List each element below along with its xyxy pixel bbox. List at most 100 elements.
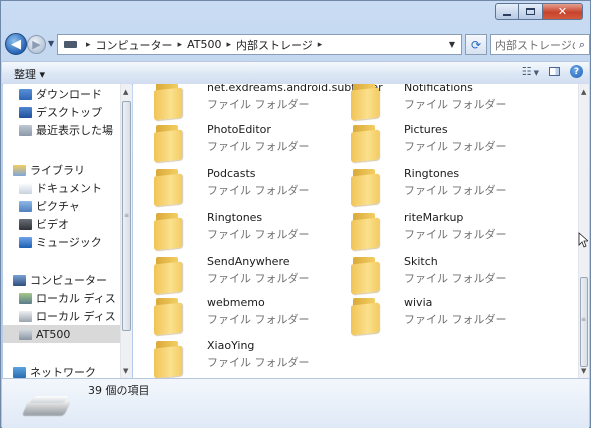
drive-top	[29, 396, 69, 403]
refresh-icon: ⟳	[470, 37, 482, 52]
nav-item-label: AT500	[36, 327, 71, 341]
folder-front	[154, 345, 182, 378]
breadcrumb-internal-storage[interactable]: 内部ストレージ	[236, 37, 313, 53]
maximize-icon	[526, 8, 535, 15]
scroll-down-arrow-icon[interactable]: ▼	[123, 367, 128, 375]
chevron-down-icon: ▼	[533, 69, 539, 77]
network-icon	[13, 366, 26, 378]
nav-item-label: ネットワーク	[30, 366, 96, 378]
nav-item[interactable]: ビデオ	[3, 215, 69, 233]
scroll-up-arrow-icon[interactable]: ▲	[123, 88, 128, 96]
folder-front	[351, 87, 379, 121]
folder-front	[154, 261, 182, 295]
folder-item[interactable]: Podcasts ファイル フォルダー	[152, 167, 348, 207]
navigation-bar: ◀ ▶ ▼ ▸ コンピューター ▸ AT500 ▸ 内部ストレージ ▸ ▼ ⟳ …	[1, 32, 590, 58]
search-icon[interactable]: ⌕	[575, 38, 589, 52]
nav-pane-scrollbar[interactable]: ▲ ≡ ▼	[120, 84, 132, 378]
address-history-dropdown[interactable]: ▼	[449, 40, 455, 49]
computer-icon	[13, 274, 26, 286]
nav-item[interactable]: 最近表示した場	[3, 121, 113, 139]
forward-arrow-icon: ▶	[32, 38, 41, 51]
scrollbar-grip-icon: ≡	[581, 316, 587, 323]
folder-icon	[152, 298, 182, 336]
folder-item[interactable]: Notifications ファイル フォルダー	[349, 84, 545, 121]
nav-item-label: ダウンロード	[36, 88, 102, 101]
folder-name: webmemo	[207, 296, 265, 309]
folder-name: PhotoEditor	[207, 123, 271, 136]
libraries-icon	[13, 164, 26, 176]
nav-item[interactable]: ピクチャ	[3, 197, 80, 215]
nav-item[interactable]: ローカル ディス	[3, 307, 116, 325]
nav-item[interactable]: ライブラリ	[3, 161, 85, 179]
documents-icon	[19, 182, 32, 194]
back-button[interactable]: ◀	[5, 33, 27, 55]
nav-item[interactable]: ミュージック	[3, 233, 102, 251]
folder-type: ファイル フォルダー	[404, 228, 507, 241]
refresh-button[interactable]: ⟳	[465, 34, 487, 55]
folder-item[interactable]: Ringtones ファイル フォルダー	[152, 211, 348, 251]
folder-type: ファイル フォルダー	[404, 98, 507, 111]
nav-item-label: ミュージック	[36, 236, 102, 249]
folder-type: ファイル フォルダー	[207, 356, 310, 369]
folder-front	[154, 129, 182, 163]
folder-item[interactable]: Skitch ファイル フォルダー	[349, 255, 545, 295]
folder-name: riteMarkup	[404, 211, 464, 224]
folder-item[interactable]: XiaoYing ファイル フォルダー	[152, 339, 348, 378]
folder-icon	[152, 341, 182, 378]
folder-icon	[152, 84, 182, 121]
nav-item[interactable]: ドキュメント	[3, 179, 102, 197]
nav-item[interactable]: デスクトップ	[3, 103, 102, 121]
folder-item[interactable]: net.exdreams.android.subtalker ファイル フォルダー	[152, 84, 383, 121]
folder-name: Notifications	[404, 84, 473, 94]
folder-type: ファイル フォルダー	[207, 140, 310, 153]
folder-type: ファイル フォルダー	[404, 272, 507, 285]
folder-item[interactable]: PhotoEditor ファイル フォルダー	[152, 123, 348, 163]
close-button[interactable]: ✕	[543, 3, 583, 20]
nav-item-label: ビデオ	[36, 218, 69, 231]
maximize-button[interactable]	[519, 3, 543, 20]
folder-item[interactable]: webmemo ファイル フォルダー	[152, 296, 348, 336]
forward-button[interactable]: ▶	[27, 35, 46, 54]
breadcrumb-separator[interactable]: ▸	[86, 40, 91, 50]
computer-icon	[64, 41, 77, 48]
breadcrumb-separator[interactable]: ▸	[178, 40, 183, 50]
search-input[interactable]: 内部ストレージの検索	[495, 37, 575, 53]
address-bar[interactable]: ▸ コンピューター ▸ AT500 ▸ 内部ストレージ ▸ ▼	[57, 34, 462, 55]
portable-drive-icon	[22, 394, 72, 420]
nav-item[interactable]: コンピューター	[3, 271, 107, 289]
preview-pane-icon[interactable]	[549, 67, 560, 76]
folder-item[interactable]: Ringtones ファイル フォルダー	[349, 167, 545, 207]
nav-item[interactable]: AT500	[3, 325, 132, 343]
folder-item[interactable]: riteMarkup ファイル フォルダー	[349, 211, 545, 251]
folder-item[interactable]: SendAnywhere ファイル フォルダー	[152, 255, 348, 295]
file-list-scrollbar[interactable]: ▲ ≡ ▼	[578, 84, 589, 378]
nav-item[interactable]: ダウンロード	[3, 85, 102, 103]
folder-icon	[152, 125, 182, 163]
help-icon[interactable]: ?	[570, 65, 583, 78]
folder-item[interactable]: wivia ファイル フォルダー	[349, 296, 545, 336]
command-bar-right: ☷ ▼ ?	[522, 65, 583, 78]
nav-item[interactable]: ローカル ディス	[3, 289, 116, 307]
desktop-icon	[19, 106, 32, 118]
breadcrumb-at500[interactable]: AT500	[187, 38, 221, 51]
nav-item[interactable]: ネットワーク	[3, 363, 96, 378]
breadcrumb-computer[interactable]: コンピューター	[96, 37, 173, 53]
organize-menu-button[interactable]: 整理 ▾	[14, 66, 45, 82]
folder-front	[351, 217, 379, 251]
breadcrumb-separator[interactable]: ▸	[226, 40, 231, 50]
folder-item[interactable]: Pictures ファイル フォルダー	[349, 123, 545, 163]
folder-front	[351, 173, 379, 207]
music-icon	[19, 236, 32, 248]
minimize-button[interactable]	[495, 3, 519, 20]
search-box[interactable]: 内部ストレージの検索 ⌕	[490, 34, 590, 55]
scroll-up-arrow-icon[interactable]: ▲	[581, 88, 586, 96]
folder-type: ファイル フォルダー	[207, 228, 310, 241]
nav-item-label: ローカル ディス	[36, 292, 116, 305]
scroll-down-arrow-icon[interactable]: ▼	[581, 367, 586, 375]
breadcrumb-separator[interactable]: ▸	[318, 40, 323, 50]
change-view-button[interactable]: ☷ ▼	[522, 65, 539, 78]
folder-front	[154, 217, 182, 251]
local-disk-icon	[19, 310, 32, 322]
recent-pages-dropdown[interactable]: ▼	[48, 39, 54, 48]
folder-front	[351, 302, 379, 336]
